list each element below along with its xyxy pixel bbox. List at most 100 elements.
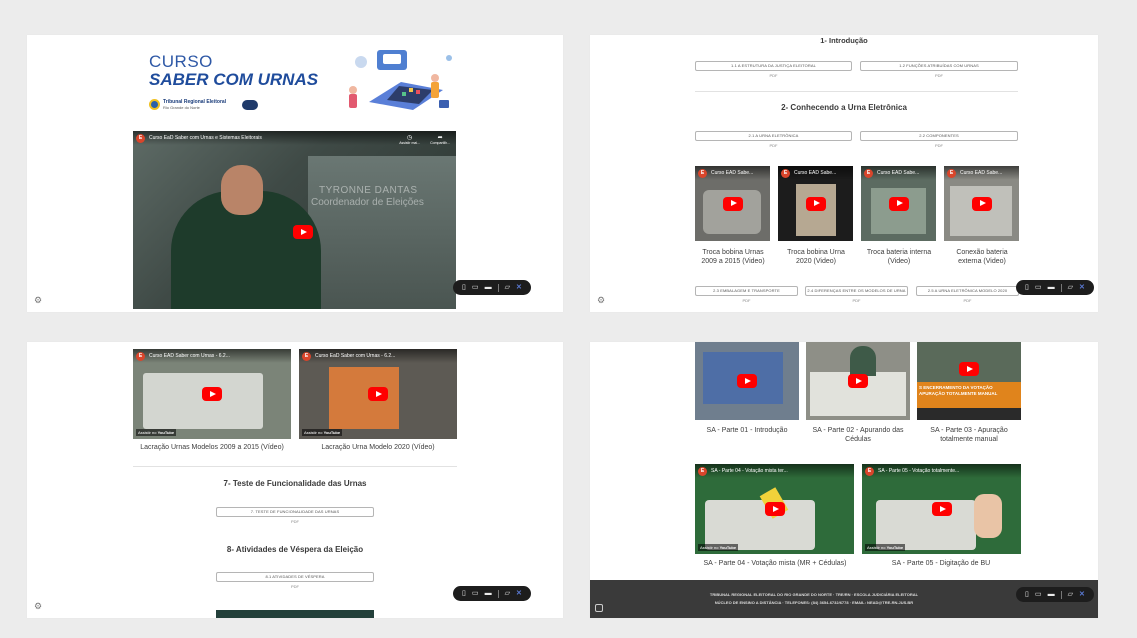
viewer-control-bar: ▯ ▭ ▬ ▱ ✕	[1016, 280, 1094, 295]
play-button-icon[interactable]	[202, 387, 222, 401]
video-caption: SA - Parte 02 - Apurando das Cédulas	[812, 427, 904, 443]
section-1-1-pdf-link[interactable]: PDF	[695, 73, 852, 78]
section-2-1-button[interactable]: 2.1 A URNA ELETRÔNICA	[695, 131, 852, 141]
section-2-title: 2- Conhecendo a Urna Eletrônica	[781, 103, 907, 112]
channel-avatar-icon: E	[136, 133, 145, 143]
mobile-view-icon[interactable]: ▯	[462, 590, 466, 597]
video-thumb-person	[850, 346, 876, 376]
play-button-icon[interactable]	[722, 196, 743, 211]
video-caption: Troca bobina Urnas 2009 a 2015 (Video)	[701, 249, 765, 265]
intro-video-player[interactable]: E Curso EaD Saber com Urnas e Sistemas E…	[133, 131, 456, 309]
section-2-1-pdf-link[interactable]: PDF	[695, 143, 852, 148]
tre-state: Rio Grande do Norte	[163, 105, 200, 110]
viewer-control-bar: ▯ ▭ ▬ ▱ ✕	[453, 280, 531, 295]
close-icon[interactable]: ✕	[516, 590, 522, 597]
ballot-box-illustration	[349, 50, 452, 110]
video-troca-bobina-2009[interactable]: E Curso EAD Sabe...	[695, 166, 770, 241]
settings-icon[interactable]: ⚙	[596, 295, 606, 305]
play-button-icon[interactable]	[737, 374, 757, 388]
video-conexao-bateria-externa[interactable]: E Curso EAD Sabe...	[944, 166, 1019, 241]
section-8-1-pdf-link[interactable]: PDF	[216, 584, 374, 589]
video-troca-bateria-interna[interactable]: E Curso EAD Sabe...	[861, 166, 936, 241]
play-button-icon[interactable]	[368, 387, 388, 401]
section-7-button[interactable]: 7. TESTE DE FUNCIONALIDADE DAS URNAS	[216, 507, 374, 517]
video-sa-parte-01[interactable]	[695, 342, 799, 420]
play-button-icon[interactable]	[931, 502, 952, 516]
tablet-view-icon[interactable]: ▭	[472, 590, 479, 597]
viewer-control-bar: ▯ ▭ ▬ ▱ ✕	[1016, 587, 1094, 602]
channel-avatar-icon: E	[781, 168, 790, 178]
video-sa-parte-03[interactable]: S ENCERRAMENTO DA VOTAÇÃO APURAÇÃO TOTAL…	[917, 342, 1021, 420]
play-button-icon[interactable]	[805, 196, 826, 211]
video-thumb-device	[143, 373, 263, 429]
tablet-view-icon[interactable]: ▭	[472, 284, 479, 291]
mobile-view-icon[interactable]: ▯	[1025, 591, 1029, 598]
section-2-5-button[interactable]: 2.5 A URNA ELETRÔNICA MODELO 2020	[916, 286, 1019, 296]
desktop-view-icon[interactable]: ▬	[1048, 284, 1055, 291]
desktop-view-icon[interactable]: ▬	[485, 590, 492, 597]
comment-icon[interactable]: ▱	[505, 590, 510, 597]
section-2-2-button[interactable]: 2.2 COMPONENTES	[860, 131, 1018, 141]
section-1-1-button[interactable]: 1.1 A ESTRUTURA DA JUSTIÇA ELEITORAL	[695, 61, 852, 71]
video-title: Curso EaD Saber com Urnas e Sistemas Ele…	[149, 135, 262, 141]
close-icon[interactable]: ✕	[1079, 284, 1085, 291]
panel-sections-1-2: 1- Introdução 1.1 A ESTRUTURA DA JUSTIÇA…	[590, 35, 1098, 312]
instagram-icon[interactable]	[595, 604, 603, 612]
mobile-view-icon[interactable]: ▯	[462, 284, 466, 291]
video-lacracao-2020[interactable]: E Curso EaD Saber com Urnas - 6.2... Assi…	[299, 349, 457, 439]
section-2-3-button[interactable]: 2.3 EMBALAGEM E TRANSPORTE	[695, 286, 798, 296]
comment-icon[interactable]: ▱	[505, 284, 510, 291]
section-2-3-pdf-link[interactable]: PDF	[695, 298, 798, 303]
channel-avatar-icon: E	[865, 466, 874, 476]
play-button-icon[interactable]	[888, 196, 909, 211]
video-sa-parte-05[interactable]: E SA - Parte 05 - Votação totalmente... A…	[862, 464, 1021, 554]
video-caption: SA - Parte 01 - Introdução	[706, 427, 788, 434]
eje-logo-icon	[242, 99, 259, 110]
section-2-4-button[interactable]: 2.4 DIFERENÇAS ENTRE OS MODELOS DE URNA	[805, 286, 908, 296]
video-lacracao-2009[interactable]: E Curso EAD Saber com Urnas - 6.2... Assi…	[133, 349, 291, 439]
play-button-icon[interactable]	[848, 374, 868, 388]
video-sa-parte-04[interactable]: E SA - Parte 04 - Votação mista ter... As…	[695, 464, 854, 554]
video-troca-bobina-2020[interactable]: E Curso EAD Sabe...	[778, 166, 853, 241]
video-caption: SA - Parte 04 - Votação mista (MR + Cédu…	[703, 560, 847, 567]
section-2-2-pdf-link[interactable]: PDF	[860, 143, 1018, 148]
tablet-view-icon[interactable]: ▭	[1035, 284, 1042, 291]
watch-on-youtube-link[interactable]: Assistir no YouTube	[302, 429, 343, 436]
share-button[interactable]: ➦ Compartilh...	[430, 134, 450, 145]
watch-later-button[interactable]: ◷ Assistir mai...	[399, 134, 420, 145]
section-1-2-pdf-link[interactable]: PDF	[860, 73, 1018, 78]
video-sa-parte-02[interactable]	[806, 342, 910, 420]
comment-icon[interactable]: ▱	[1068, 284, 1073, 291]
video-thumb-hand	[974, 494, 1002, 538]
play-button-icon[interactable]	[293, 225, 313, 239]
play-button-icon[interactable]	[971, 196, 992, 211]
watch-on-youtube-link[interactable]: Assistir no YouTube	[865, 544, 906, 551]
tablet-view-icon[interactable]: ▭	[1035, 591, 1042, 598]
desktop-view-icon[interactable]: ▬	[1048, 591, 1055, 598]
watch-on-youtube-link[interactable]: Assistir no YouTube	[136, 429, 177, 436]
watch-on-youtube-link[interactable]: Assistir no YouTube	[698, 544, 739, 551]
video-thumbnail-office	[308, 156, 456, 309]
section-2-4-pdf-link[interactable]: PDF	[805, 298, 908, 303]
video-person-name: TYRONNE DANTAS	[319, 185, 418, 196]
section-7-pdf-link[interactable]: PDF	[216, 519, 374, 524]
footer-line-2: NÚCLEO DE ENSINO A DISTÂNCIA · TELEFONES…	[714, 600, 914, 605]
channel-avatar-icon: E	[302, 351, 311, 361]
close-icon[interactable]: ✕	[1079, 591, 1085, 598]
play-button-icon[interactable]	[959, 362, 979, 377]
close-icon[interactable]: ✕	[516, 284, 522, 291]
tre-seal-icon	[149, 99, 160, 110]
section-8-1-button[interactable]: 8.1 ATIVIDADES DE VÉSPERA	[216, 572, 374, 582]
settings-icon[interactable]: ⚙	[33, 295, 43, 305]
mobile-view-icon[interactable]: ▯	[1025, 284, 1029, 291]
video-caption: Conexão bateria externa (Video)	[956, 249, 1008, 265]
play-button-icon[interactable]	[764, 502, 785, 516]
settings-icon[interactable]: ⚙	[33, 601, 43, 611]
video-caption: Troca bateria interna (Video)	[866, 249, 932, 265]
video-thumb-device	[876, 500, 976, 550]
section-1-2-button[interactable]: 1.2 FUNÇÕES ATRIBUÍDAS COM URNAS	[860, 61, 1018, 71]
section-2-5-pdf-link[interactable]: PDF	[916, 298, 1019, 303]
desktop-view-icon[interactable]: ▬	[485, 284, 492, 291]
video-caption: Troca bobina Urna 2020 (Video)	[787, 249, 845, 265]
comment-icon[interactable]: ▱	[1068, 591, 1073, 598]
